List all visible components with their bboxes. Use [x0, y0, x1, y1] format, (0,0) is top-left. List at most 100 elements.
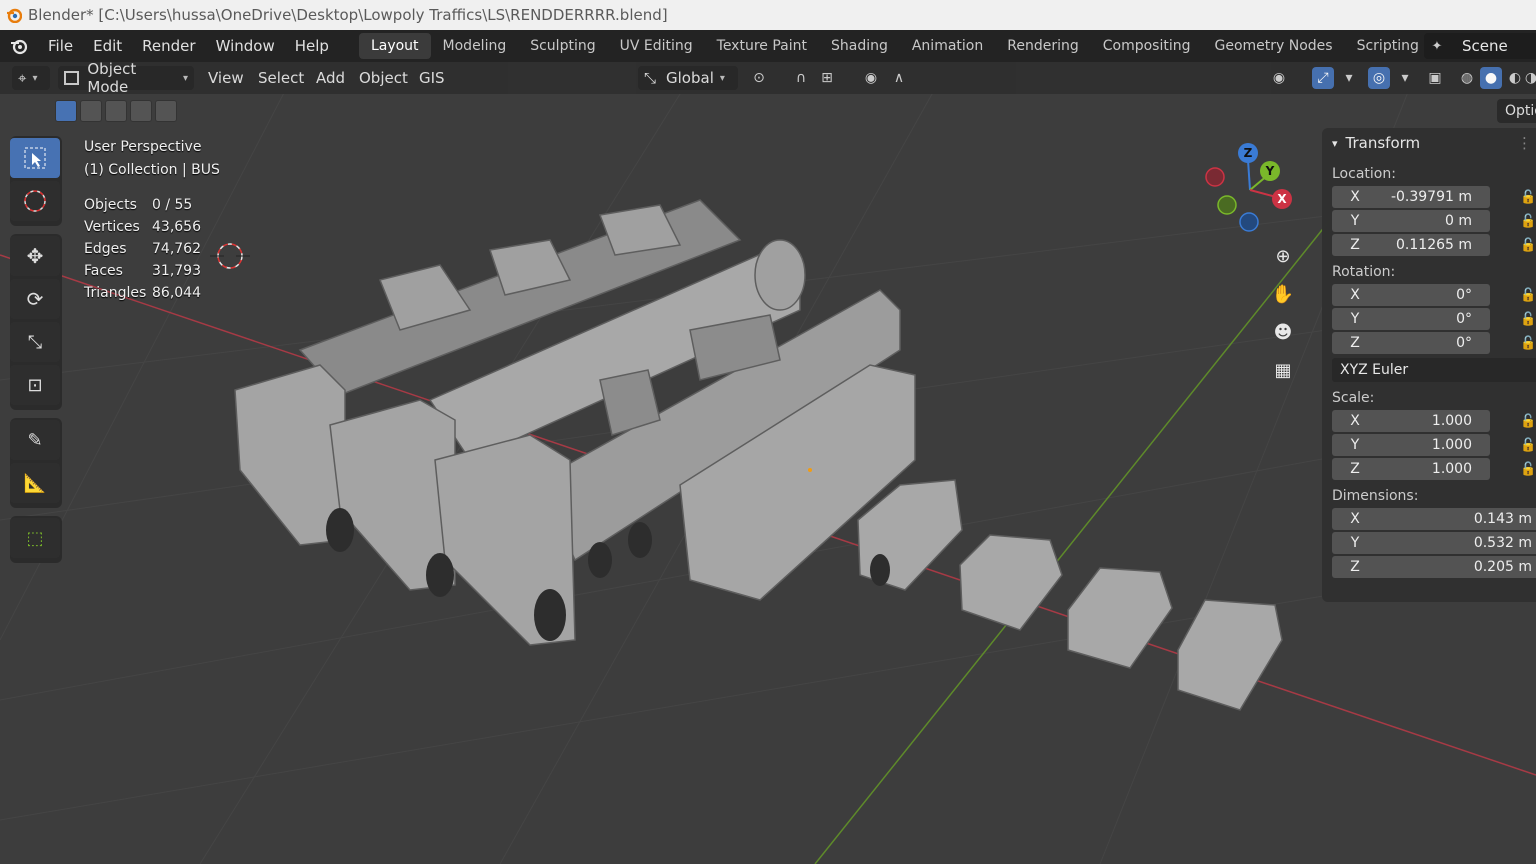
lock-icon[interactable]: 🔓 [1520, 214, 1536, 229]
menu-window[interactable]: Window [206, 30, 285, 62]
scene-selector[interactable]: ✦ Scene [1424, 33, 1536, 59]
tab-geometry-nodes[interactable]: Geometry Nodes [1203, 33, 1345, 59]
add-cube-tool-icon[interactable]: ⬚ [10, 518, 60, 558]
menu-select[interactable]: Select [258, 66, 304, 90]
menu-gis[interactable]: GIS [419, 66, 445, 90]
tab-texture-paint[interactable]: Texture Paint [705, 33, 819, 59]
axis-label: Y [1350, 213, 1360, 229]
xray-toggle-icon[interactable]: ▣ [1424, 67, 1446, 89]
editor-type-dropdown[interactable]: ⌖ ▾ [12, 66, 50, 90]
lock-icon[interactable]: 🔓 [1520, 414, 1536, 429]
scale-z-field[interactable]: Z 1.000 🔓 [1332, 458, 1536, 480]
gizmo-toggle-icon[interactable]: ⤢ [1312, 67, 1334, 89]
select-extend-icon[interactable] [80, 100, 102, 122]
pivot-point-icon[interactable]: ⊙ [748, 67, 770, 89]
transform-panel-header[interactable]: ▾ Transform ⋮ [1322, 128, 1536, 158]
scale-label: Scale: [1332, 390, 1375, 406]
transform-orientation-dropdown[interactable]: ⤡ Global ▾ [638, 66, 738, 90]
location-y-field[interactable]: Y 0 m 🔓 [1332, 210, 1536, 232]
tab-modeling[interactable]: Modeling [431, 33, 519, 59]
material-shading-icon[interactable]: ◐ [1504, 67, 1526, 89]
tab-animation[interactable]: Animation [900, 33, 995, 59]
gizmo-y-label: Y [1265, 164, 1275, 178]
workspace-tabs: Layout Modeling Sculpting UV Editing Tex… [358, 33, 1462, 59]
options-tab[interactable]: Options [1497, 99, 1536, 123]
annotate-tool-icon[interactable]: ✎ [10, 420, 60, 460]
scale-y-field[interactable]: Y 1.000 🔓 [1332, 434, 1536, 456]
viewport-header: ⌖ ▾ Object Mode ▾ View Select Add Object … [0, 60, 1536, 96]
3d-viewport[interactable]: Z Y X [0, 62, 1536, 864]
scale-tool-icon[interactable]: ⤡ [10, 322, 60, 362]
overlay-toggle-icon[interactable]: ◎ [1368, 67, 1390, 89]
ortho-grid-icon[interactable]: ▦ [1267, 354, 1299, 386]
solid-shading-icon[interactable]: ● [1480, 67, 1502, 89]
tab-rendering[interactable]: Rendering [995, 33, 1091, 59]
tab-shading[interactable]: Shading [819, 33, 900, 59]
tab-scripting[interactable]: Scripting [1345, 33, 1431, 59]
camera-view-icon[interactable]: ☻ [1267, 316, 1299, 348]
gizmo-x-label: X [1277, 192, 1287, 206]
menu-object[interactable]: Object [359, 66, 408, 90]
menu-help[interactable]: Help [285, 30, 339, 62]
rotate-tool-icon[interactable]: ⟳ [10, 279, 60, 319]
measure-tool-icon[interactable]: 📐 [10, 463, 60, 503]
snap-icon[interactable]: ∩ [790, 67, 812, 89]
transform-tool-icon[interactable]: ⊡ [10, 365, 60, 405]
select-intersect-icon[interactable] [155, 100, 177, 122]
dimensions-y-field[interactable]: Y 0.532 m [1332, 532, 1536, 554]
menu-file[interactable]: File [38, 30, 83, 62]
falloff-icon[interactable]: ∧ [888, 67, 910, 89]
cursor-tool-icon[interactable] [10, 181, 60, 221]
blender-menu-icon[interactable] [0, 37, 38, 55]
orientation-icon: ⤡ [644, 69, 657, 87]
chevron-down-icon[interactable]: ▾ [1394, 67, 1416, 89]
scale-x-value: 1.000 [1431, 413, 1472, 429]
tab-sculpting[interactable]: Sculpting [518, 33, 607, 59]
proportional-edit-icon[interactable]: ◉ [860, 67, 882, 89]
stat-label: Triangles [84, 285, 147, 301]
rotation-y-field[interactable]: Y 0° 🔓 [1332, 308, 1536, 330]
select-box-tool-icon[interactable] [10, 138, 60, 178]
menu-view[interactable]: View [208, 66, 244, 90]
select-subtract-icon[interactable] [105, 100, 127, 122]
select-invert-icon[interactable] [130, 100, 152, 122]
menu-render[interactable]: Render [132, 30, 205, 62]
tab-compositing[interactable]: Compositing [1091, 33, 1203, 59]
rendered-shading-icon[interactable]: ◑ [1525, 67, 1536, 89]
rotation-mode-dropdown[interactable]: XYZ Euler [1332, 358, 1536, 382]
lock-icon[interactable]: 🔓 [1520, 288, 1536, 303]
pan-hand-icon[interactable]: ✋ [1267, 278, 1299, 310]
tab-uv-editing[interactable]: UV Editing [608, 33, 705, 59]
lock-icon[interactable]: 🔓 [1520, 438, 1536, 453]
lock-icon[interactable]: 🔓 [1520, 190, 1536, 205]
scale-x-field[interactable]: X 1.000 🔓 [1332, 410, 1536, 432]
drag-handle-icon[interactable]: ⋮ [1517, 134, 1532, 152]
location-x-field[interactable]: X -0.39791 m 🔓 [1332, 186, 1536, 208]
snap-target-icon[interactable]: ⊞ [816, 67, 838, 89]
stats-row: Vertices 43,656 [84, 216, 201, 238]
rotation-x-value: 0° [1456, 287, 1472, 303]
lock-icon[interactable]: 🔓 [1520, 312, 1536, 327]
visibility-eye-icon[interactable]: ◉ [1268, 67, 1290, 89]
lock-icon[interactable]: 🔓 [1520, 238, 1536, 253]
lock-icon[interactable]: 🔓 [1520, 336, 1536, 351]
mode-label: Object Mode [87, 60, 137, 96]
mode-dropdown[interactable]: Object Mode ▾ [58, 60, 194, 96]
location-z-field[interactable]: Z 0.11265 m 🔓 [1332, 234, 1536, 256]
menu-add[interactable]: Add [316, 66, 345, 90]
zoom-icon[interactable]: ⊕ [1267, 240, 1299, 272]
dimensions-x-field[interactable]: X 0.143 m [1332, 508, 1536, 530]
lock-icon[interactable]: 🔓 [1520, 462, 1536, 477]
axis-label: Y [1350, 535, 1360, 551]
menu-edit[interactable]: Edit [83, 30, 132, 62]
dimensions-z-field[interactable]: Z 0.205 m [1332, 556, 1536, 578]
rotation-mode-label: XYZ Euler [1340, 362, 1409, 378]
rotation-z-field[interactable]: Z 0° 🔓 [1332, 332, 1536, 354]
axis-label: Z [1350, 335, 1360, 351]
move-tool-icon[interactable]: ✥ [10, 236, 60, 276]
select-new-icon[interactable] [55, 100, 77, 122]
chevron-down-icon[interactable]: ▾ [1338, 67, 1360, 89]
wireframe-shading-icon[interactable]: ◍ [1456, 67, 1478, 89]
tab-layout[interactable]: Layout [358, 33, 431, 59]
rotation-x-field[interactable]: X 0° 🔓 [1332, 284, 1536, 306]
